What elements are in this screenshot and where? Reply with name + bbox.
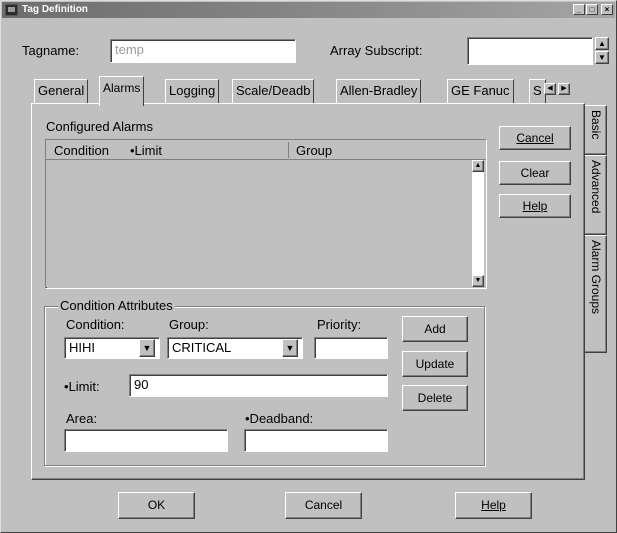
tab-scroll-left-button[interactable]: ◀ bbox=[544, 83, 556, 95]
tab-advanced[interactable]: Advanced bbox=[585, 155, 607, 235]
tag-definition-window: Tag Definition _ □ × Tagname: temp Array… bbox=[0, 0, 617, 533]
area-label: Area: bbox=[66, 411, 98, 426]
condition-attributes-title: Condition Attributes bbox=[58, 298, 175, 313]
window-title: Tag Definition bbox=[22, 4, 88, 15]
column-limit[interactable]: •Limit bbox=[130, 143, 162, 158]
limit-input[interactable]: 90 bbox=[129, 374, 388, 397]
add-button[interactable]: Add bbox=[402, 316, 468, 342]
clear-button[interactable]: Clear bbox=[499, 161, 571, 185]
update-button[interactable]: Update bbox=[402, 351, 468, 377]
spin-down-button[interactable]: ▼ bbox=[595, 51, 609, 64]
column-group[interactable]: Group bbox=[296, 143, 332, 158]
configured-alarms-title: Configured Alarms bbox=[46, 119, 153, 134]
tagname-label: Tagname: bbox=[22, 43, 80, 58]
maximize-button[interactable]: □ bbox=[586, 4, 598, 15]
priority-label: Priority: bbox=[317, 317, 362, 332]
tagname-input[interactable]: temp bbox=[110, 39, 296, 63]
tab-allen-bradley[interactable]: Allen-Bradley bbox=[336, 79, 422, 103]
condition-label: Condition: bbox=[66, 317, 125, 332]
tab-basic[interactable]: Basic bbox=[585, 105, 607, 155]
help-button[interactable]: Help bbox=[455, 492, 532, 519]
tab-logging[interactable]: Logging bbox=[165, 79, 220, 103]
array-subscript-input[interactable] bbox=[467, 37, 593, 65]
spin-up-button[interactable]: ▲ bbox=[595, 37, 609, 50]
tab-alarm-groups[interactable]: Alarm Groups bbox=[585, 235, 607, 353]
tab-alarms[interactable]: Alarms bbox=[99, 76, 145, 106]
ok-button[interactable]: OK bbox=[118, 492, 195, 519]
deadband-label: •Deadband: bbox=[245, 411, 314, 426]
tab-scale-deadband[interactable]: Scale/Deadb bbox=[232, 79, 315, 103]
scroll-up-button[interactable]: ▲ bbox=[472, 160, 484, 172]
priority-input[interactable] bbox=[314, 337, 388, 359]
array-subscript-label: Array Subscript: bbox=[330, 43, 423, 58]
tab-ge-fanuc[interactable]: GE Fanuc bbox=[447, 79, 514, 103]
group-dropdown-button[interactable]: ▼ bbox=[282, 339, 298, 357]
cancel-button[interactable]: Cancel bbox=[285, 492, 362, 519]
area-input[interactable] bbox=[64, 429, 228, 452]
tab-general[interactable]: General bbox=[34, 79, 89, 103]
minimize-button[interactable]: _ bbox=[573, 4, 585, 15]
close-button[interactable]: × bbox=[601, 4, 613, 15]
column-condition[interactable]: Condition bbox=[54, 143, 109, 158]
list-body[interactable] bbox=[46, 160, 472, 287]
list-scrollbar[interactable]: ▲ ▼ bbox=[472, 160, 484, 287]
configured-alarms-list[interactable]: Condition •Limit Group ▲ ▼ bbox=[45, 139, 487, 289]
help-side-button[interactable]: Help bbox=[499, 194, 571, 218]
limit-label: •Limit: bbox=[64, 379, 100, 394]
title-bar[interactable]: Tag Definition _ □ × bbox=[2, 2, 615, 18]
deadband-input[interactable] bbox=[244, 429, 388, 452]
scroll-down-button[interactable]: ▼ bbox=[472, 275, 484, 287]
cancel-side-button[interactable]: Cancel bbox=[499, 126, 571, 150]
list-header: Condition •Limit Group bbox=[46, 140, 486, 160]
group-label: Group: bbox=[169, 317, 209, 332]
app-icon bbox=[5, 4, 18, 16]
column-divider bbox=[288, 142, 289, 158]
condition-dropdown-button[interactable]: ▼ bbox=[139, 339, 155, 357]
delete-button[interactable]: Delete bbox=[402, 385, 468, 411]
tab-scroll-right-button[interactable]: ▶ bbox=[558, 83, 570, 95]
